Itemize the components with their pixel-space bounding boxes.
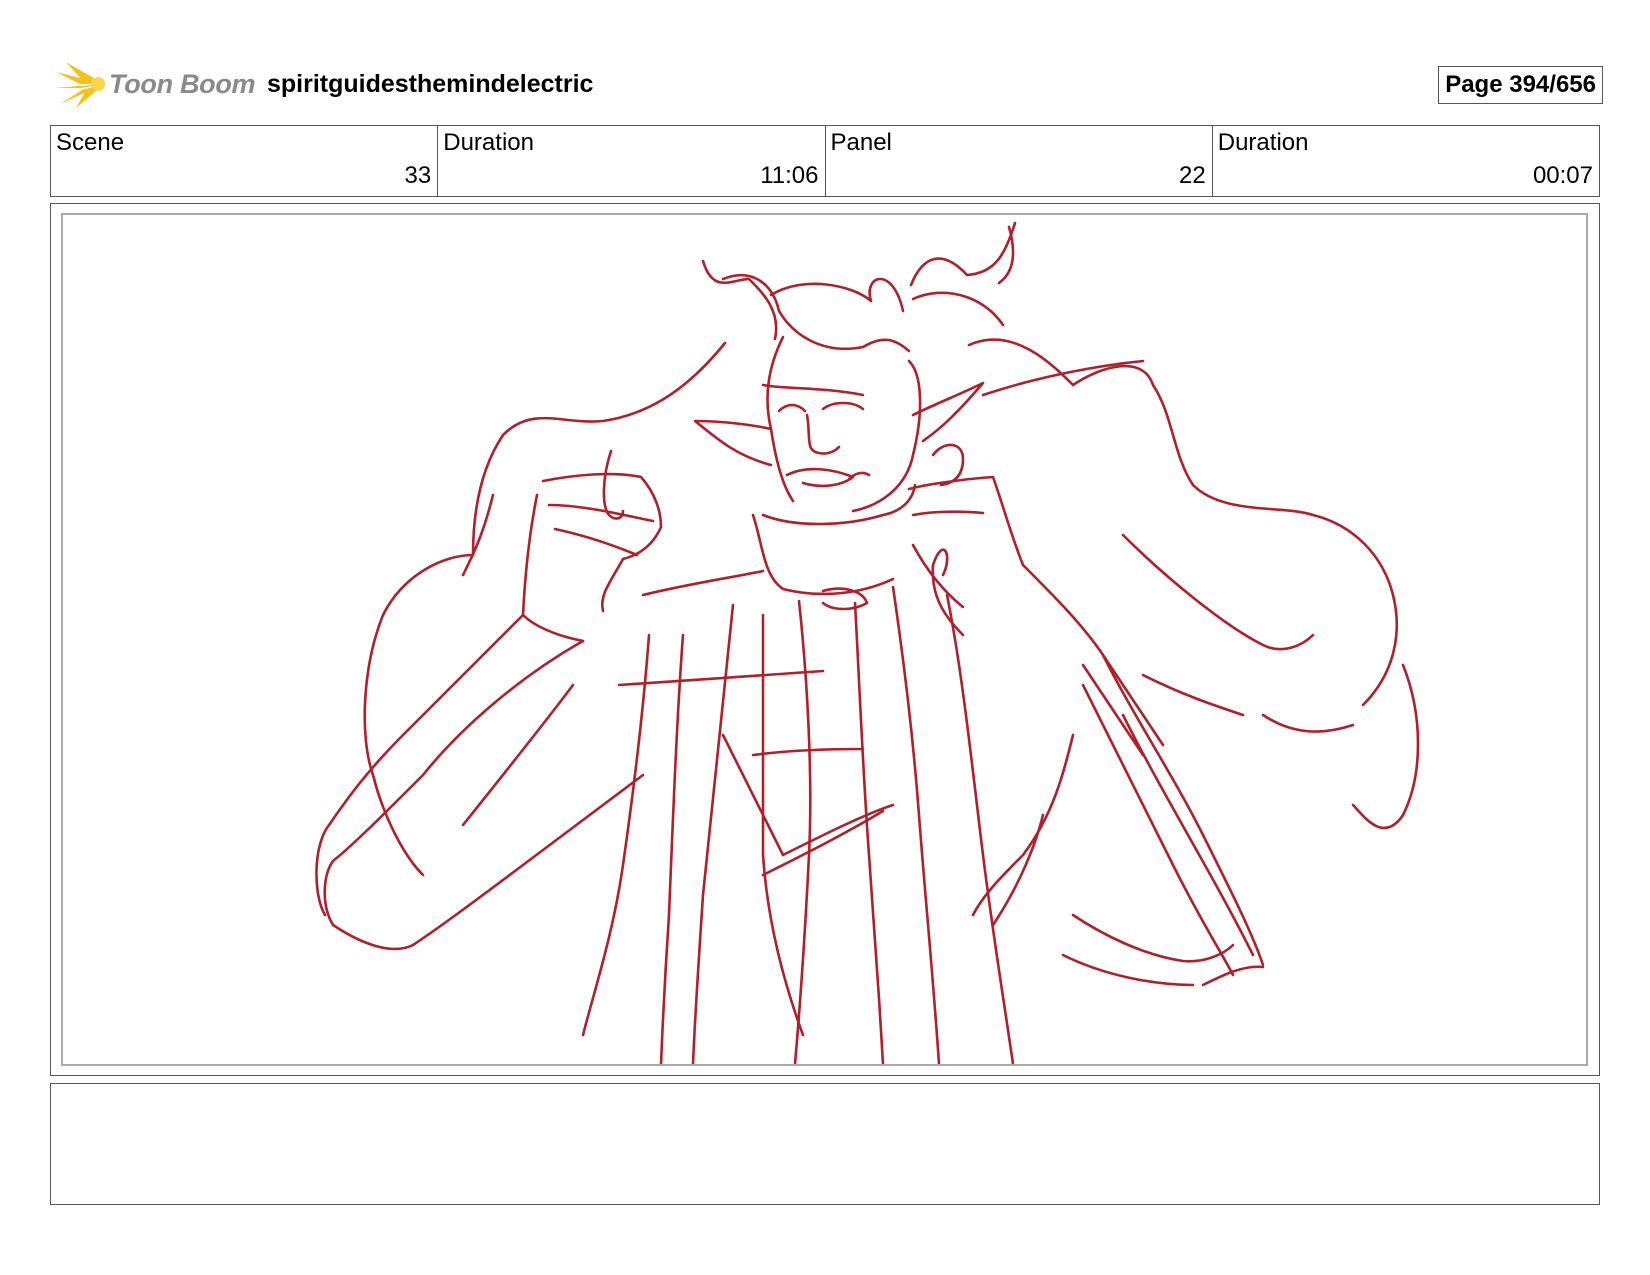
logo-text: Toon Boom <box>109 69 256 99</box>
storyboard-panel-frame <box>50 203 1600 1076</box>
panel-duration-value: 00:07 <box>1532 162 1593 189</box>
scene-duration-value: 11:06 <box>760 162 819 189</box>
scene-label: Scene <box>56 129 125 156</box>
panel-label: Panel <box>830 129 892 156</box>
panel-notes-box <box>50 1083 1600 1205</box>
scene-cell: Scene 33 <box>51 126 439 196</box>
panel-info-table: Scene 33 Duration 11:06 Panel 22 Duratio… <box>50 125 1600 197</box>
page-number: Page 394/656 <box>1438 66 1603 104</box>
scene-value: 33 <box>404 162 432 189</box>
panel-duration-label: Duration <box>1217 129 1309 156</box>
storyboard-panel-image <box>61 213 1588 1066</box>
scene-duration-cell: Duration 11:06 <box>438 126 826 196</box>
starburst-icon <box>54 62 105 108</box>
toon-boom-logo: Toon Boom <box>52 58 262 110</box>
panel-duration-cell: Duration 00:07 <box>1213 126 1599 196</box>
scene-duration-label: Duration <box>443 129 534 156</box>
panel-cell: Panel 22 <box>826 126 1213 196</box>
panel-value: 22 <box>1179 162 1206 189</box>
project-title: spiritguidesthemindelectric <box>267 70 594 98</box>
page-header: Toon Boom spiritguidesthemindelectric Pa… <box>52 58 1603 110</box>
character-sketch <box>315 221 1420 1064</box>
